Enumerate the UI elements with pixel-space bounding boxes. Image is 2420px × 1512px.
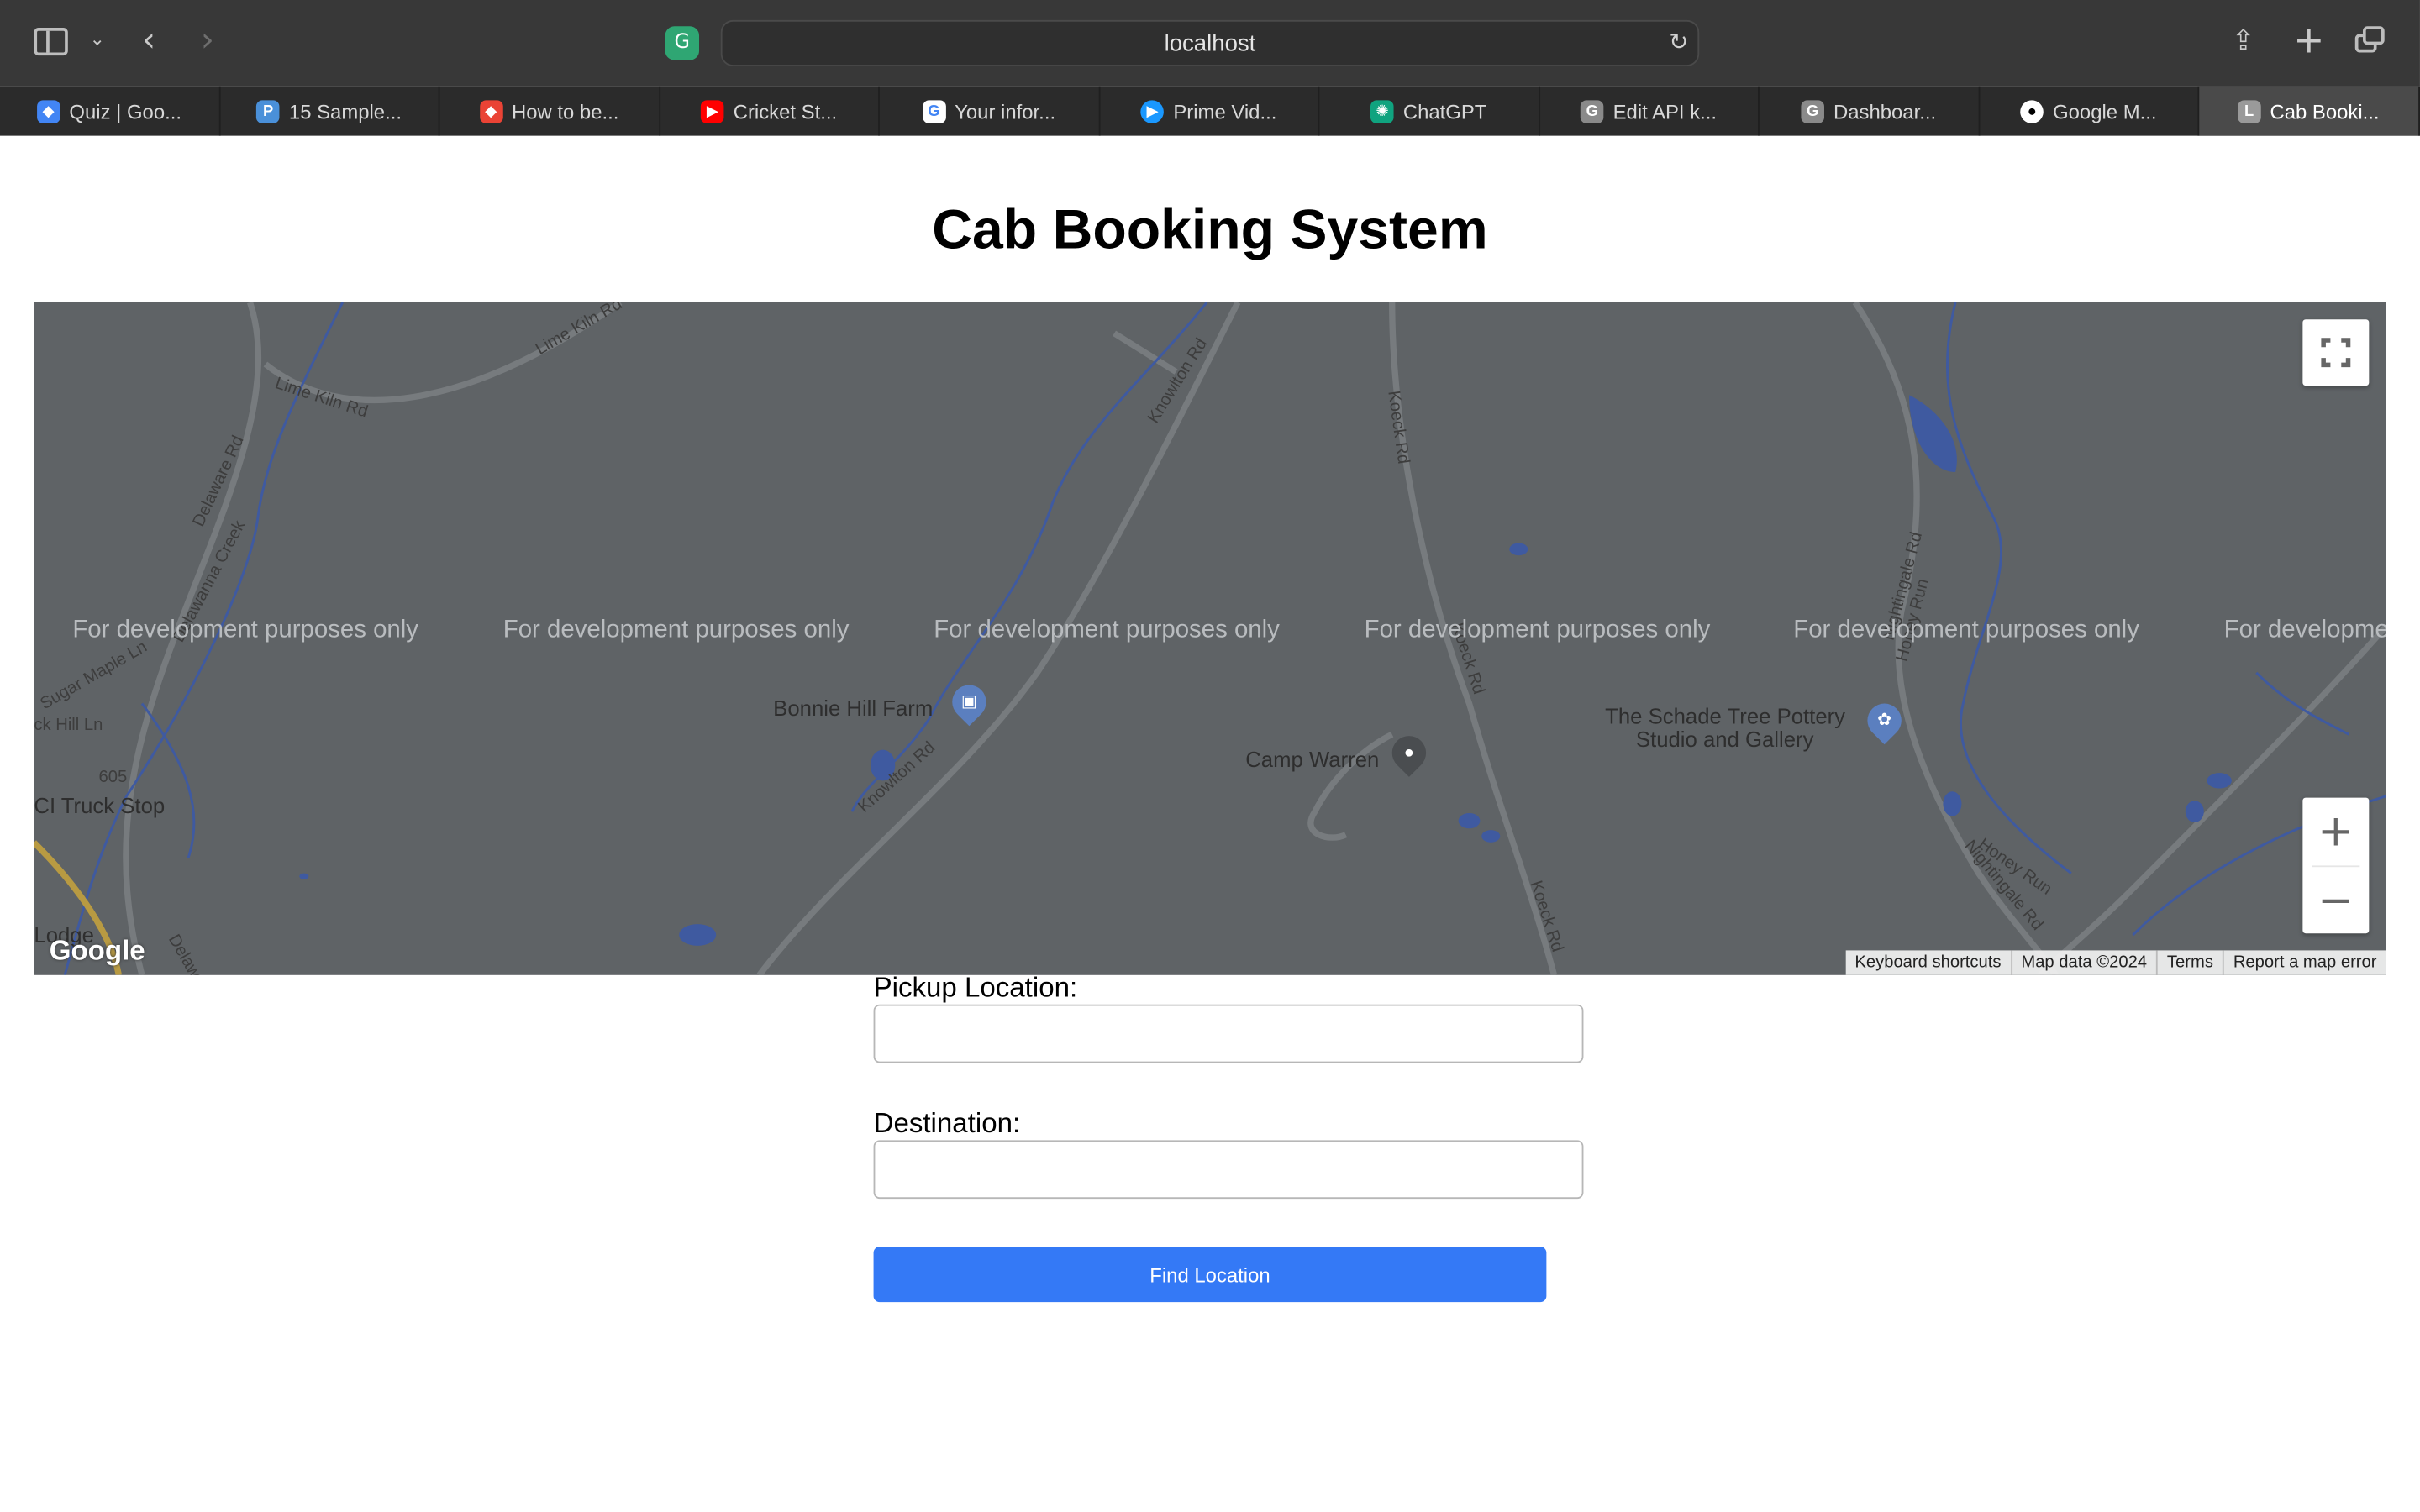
shopping-pin-icon[interactable]: ▣ [944, 678, 994, 727]
tab-overview-icon[interactable] [2354, 26, 2386, 54]
address-bar[interactable]: localhost ↻ [720, 19, 1700, 66]
github-icon: ● [2020, 99, 2044, 123]
tab-label: How to be... [511, 99, 619, 123]
tab-samples[interactable]: P 15 Sample... [220, 86, 440, 136]
road-label: ck Hill Ln [34, 716, 103, 735]
place-truck-stop[interactable]: CI Truck Stop [34, 793, 165, 817]
g-letter-icon: G [1801, 99, 1824, 123]
tab-label: Dashboar... [1833, 99, 1937, 123]
destination-input[interactable] [873, 1140, 1584, 1200]
page-title: Cab Booking System [932, 197, 1488, 261]
zoom-in-button[interactable]: + [2302, 798, 2369, 864]
tab-cab-booking[interactable]: L Cab Booki... [2199, 86, 2420, 136]
tab-chatgpt[interactable]: ✺ ChatGPT [1319, 86, 1540, 136]
tab-label: ChatGPT [1402, 99, 1487, 123]
location-pin-icon[interactable]: ● [1385, 728, 1434, 777]
place-schade-tree-pottery[interactable]: The Schade Tree Pottery [1605, 704, 1845, 728]
tab-quiz[interactable]: ◆ Quiz | Goo... [0, 86, 220, 136]
pp-icon: P [256, 99, 280, 123]
tab-dashboard[interactable]: G Dashboar... [1760, 86, 1980, 136]
tab-google-maps[interactable]: ● Google M... [1980, 86, 2200, 136]
road-label: 605 [98, 768, 128, 787]
watermark: For development purposes only [934, 617, 1280, 643]
browser-toolbar: ⌄ ‹ › G localhost ↻ ⇪ + [0, 0, 2420, 87]
tab-label: Quiz | Goo... [69, 99, 182, 123]
art-pin-icon[interactable]: ✿ [1860, 696, 1909, 745]
tab-your-info[interactable]: G Your infor... [880, 86, 1100, 136]
place-schade-tree-pottery-line2[interactable]: Studio and Gallery [1636, 727, 1814, 751]
find-location-button[interactable]: Find Location [873, 1247, 1547, 1303]
tab-label: Cricket St... [733, 99, 838, 123]
google-cloud-icon: ◆ [36, 99, 60, 123]
tab-label: Your infor... [955, 99, 1056, 123]
tab-label: Cab Booki... [2270, 99, 2380, 123]
terms-link[interactable]: Terms [2156, 950, 2223, 975]
address-text: localhost [1164, 30, 1256, 57]
tab-edit-api-key[interactable]: G Edit API k... [1539, 86, 1760, 136]
watermark: For development purposes only [72, 617, 418, 643]
keyboard-shortcuts-link[interactable]: Keyboard shortcuts [1845, 950, 2010, 974]
zoom-out-button[interactable]: − [2302, 867, 2369, 933]
grammarly-extension-icon[interactable]: G [665, 26, 700, 60]
reload-icon[interactable]: ↻ [1669, 28, 1688, 55]
zoom-control: + − [2302, 797, 2370, 934]
share-icon[interactable]: ⇪ [2232, 24, 2255, 57]
map-attribution: Keyboard shortcuts Map data ©2024 Terms … [1845, 950, 2386, 975]
google-cloud-icon: ◆ [479, 99, 502, 123]
tab-prime-video[interactable]: ▶ Prime Vid... [1100, 86, 1320, 136]
chevron-down-icon[interactable]: ⌄ [90, 28, 105, 50]
tab-label: Edit API k... [1612, 99, 1718, 123]
map-data-text: Map data ©2024 [2010, 950, 2157, 975]
tab-bar: ◆ Quiz | Goo... P 15 Sample... ◆ How to be.… [0, 86, 2420, 136]
place-camp-warren[interactable]: Camp Warren [1245, 747, 1379, 771]
pickup-input[interactable] [873, 1004, 1584, 1063]
destination-label: Destination: [873, 1107, 1021, 1139]
back-arrow-icon[interactable]: ‹ [142, 22, 155, 60]
tab-label: Google M... [2053, 99, 2157, 123]
pickup-label: Pickup Location: [873, 972, 1078, 1003]
place-bonnie-hill-farm[interactable]: Bonnie Hill Farm [773, 696, 933, 720]
forward-arrow-icon[interactable]: › [201, 22, 214, 60]
watermark: For development purposes only [2223, 617, 2386, 643]
watermark: For development purposes only [502, 617, 850, 643]
tab-how-to[interactable]: ◆ How to be... [439, 86, 660, 136]
browser-window: ⌄ ‹ › G localhost ↻ ⇪ + ◆ Quiz | Goo... P… [0, 0, 2420, 1512]
map-view[interactable]: Lime Kiln Rd Lime Kiln Rd Delaware Rd De… [34, 302, 2386, 975]
youtube-icon: ▶ [701, 99, 724, 123]
google-logo[interactable]: Google [50, 935, 145, 968]
fullscreen-icon[interactable] [2302, 319, 2370, 386]
sidebar-toggle-icon[interactable] [34, 28, 68, 56]
l-letter-icon: L [2237, 99, 2261, 123]
tab-label: Prime Vid... [1173, 99, 1277, 123]
tab-cricket[interactable]: ▶ Cricket St... [660, 86, 880, 136]
chatgpt-icon: ✺ [1370, 99, 1394, 123]
watermark: For development purposes only [1364, 617, 1711, 643]
google-icon: G [922, 99, 946, 123]
tab-label: 15 Sample... [288, 99, 402, 123]
report-error-link[interactable]: Report a map error [2222, 950, 2386, 975]
new-tab-icon[interactable]: + [2293, 18, 2324, 61]
prime-video-icon: ▶ [1140, 99, 1165, 123]
g-letter-icon: G [1581, 99, 1604, 123]
watermark: For development purposes only [1793, 617, 2139, 643]
